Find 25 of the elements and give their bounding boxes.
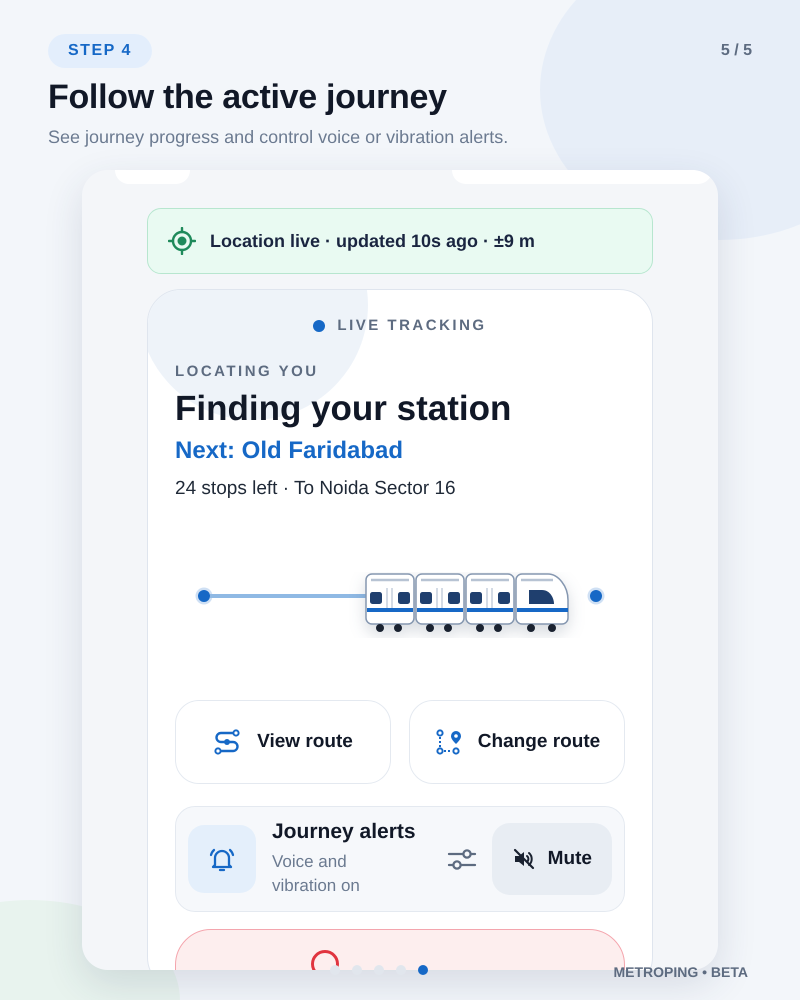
alerts-status: Voice and vibration on [272, 851, 361, 897]
status-eyebrow: LOCATING YOU [175, 363, 320, 380]
brand-footer: METROPING • BETA [613, 964, 748, 980]
pagination-dot[interactable] [418, 965, 428, 975]
pagination-dot[interactable] [352, 965, 362, 975]
location-target-icon [168, 227, 196, 255]
pagination-dot[interactable] [330, 965, 340, 975]
alerts-title: Journey alerts [272, 820, 417, 844]
speaker-muted-icon [512, 847, 536, 871]
step-badge: STEP 4 [48, 34, 152, 68]
pagination-dot[interactable] [396, 965, 406, 975]
live-tracking-label: LIVE TRACKING [337, 317, 487, 334]
page-counter: 5 / 5 [720, 42, 752, 60]
pagination-dot[interactable] [374, 965, 384, 975]
location-status-text: Location live · updated 10s ago · ±9 m [210, 230, 535, 252]
page-title: Follow the active journey [48, 78, 448, 117]
mute-button[interactable]: Mute [492, 823, 612, 895]
route-icon [213, 728, 242, 756]
next-station: Next: Old Faridabad [175, 437, 404, 465]
route-button[interactable]: Change route [409, 700, 625, 784]
route-button[interactable]: View route [175, 700, 391, 784]
status-heading: Finding your station [175, 389, 512, 429]
page-subtitle: See journey progress and control voice or vibration alerts. [48, 127, 510, 148]
route-points-icon [434, 728, 462, 756]
journey-details: 24 stops left · To Noida Sector 16 [175, 478, 457, 500]
